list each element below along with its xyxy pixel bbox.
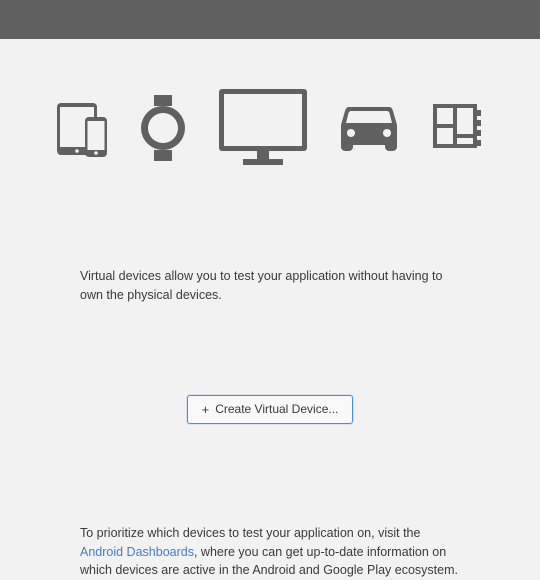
monitor-icon (219, 89, 307, 167)
main-content: Virtual devices allow you to test your a… (0, 39, 540, 580)
footer-text: To prioritize which devices to test your… (70, 524, 470, 580)
create-virtual-device-button[interactable]: + Create Virtual Device... (187, 395, 354, 424)
watch-icon (139, 95, 187, 161)
footer-prefix: To prioritize which devices to test your… (80, 526, 420, 540)
top-header-bar (0, 0, 540, 39)
create-button-label: Create Virtual Device... (215, 402, 338, 416)
things-icon (431, 102, 483, 154)
description-text: Virtual devices allow you to test your a… (70, 267, 470, 305)
plus-icon: + (202, 402, 210, 417)
android-dashboards-link[interactable]: Android Dashboards (80, 545, 194, 559)
phone-tablet-icon (57, 97, 107, 159)
car-icon (339, 103, 399, 153)
device-icons-row (0, 89, 540, 167)
